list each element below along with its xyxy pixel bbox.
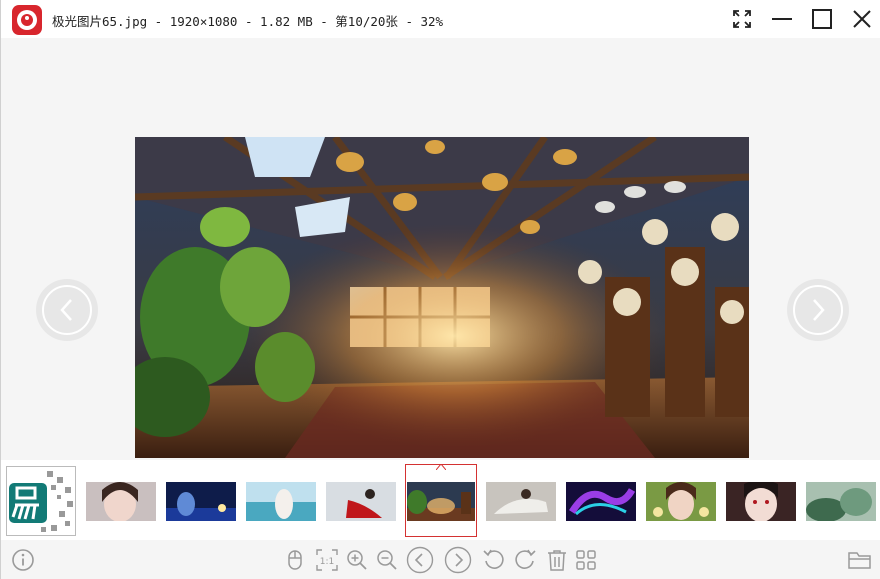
delete-button[interactable]	[543, 546, 571, 574]
next-circle-icon	[444, 546, 472, 574]
thumbnail-beach-girl[interactable]	[246, 482, 316, 521]
zoom-out-icon	[377, 550, 397, 570]
actual-size-icon: 1:1	[316, 549, 338, 571]
close-icon	[853, 10, 871, 28]
previous-button[interactable]	[406, 546, 434, 574]
thumbnail-anime-night[interactable]	[166, 482, 236, 521]
chevron-right-icon	[813, 299, 825, 321]
minimize-button[interactable]	[767, 4, 797, 34]
minimize-icon	[772, 18, 792, 20]
maximize-button[interactable]	[807, 4, 837, 34]
thumbnail-neon-dragon[interactable]	[566, 482, 636, 521]
rotate-right-icon	[515, 549, 536, 569]
open-folder-button[interactable]	[846, 546, 874, 574]
actual-size-label: 1:1	[320, 557, 334, 567]
thumbnail-green-forest[interactable]	[806, 482, 876, 521]
maximize-icon	[812, 9, 832, 29]
trash-icon	[548, 550, 566, 571]
thumbnail-red-eye-girl[interactable]	[726, 482, 796, 521]
previous-image-arrow[interactable]	[36, 279, 98, 341]
thumbnail-girl-portrait[interactable]	[86, 482, 156, 521]
info-icon	[12, 549, 34, 571]
current-image	[135, 137, 749, 458]
thumbnail-image	[726, 482, 796, 521]
grid-icon	[576, 550, 596, 570]
thumbnail-snow-red-dress[interactable]	[326, 482, 396, 521]
window-title: 极光图片65.jpg - 1920×1080 - 1.82 MB - 第10/2…	[52, 14, 444, 29]
thumbnail-image	[246, 482, 316, 521]
fullscreen-button[interactable]	[727, 4, 757, 34]
zoom-in-button[interactable]	[343, 546, 371, 574]
actual-size-button[interactable]: 1:1	[313, 546, 341, 574]
thumbnail-image	[166, 482, 236, 521]
info-button[interactable]	[9, 546, 37, 574]
thumbnail-image	[486, 482, 556, 521]
thumbnail-strip	[1, 460, 880, 540]
thumbnail-image	[806, 482, 876, 521]
mouse-icon	[288, 550, 302, 570]
thumbnail-image	[646, 482, 716, 521]
next-button[interactable]	[444, 546, 472, 574]
grid-view-button[interactable]	[572, 546, 600, 574]
rotate-right-button[interactable]	[511, 546, 539, 574]
thumbnail-image	[326, 482, 396, 521]
fullscreen-icon	[733, 10, 751, 28]
mouse-mode-button[interactable]	[281, 546, 309, 574]
easy-logo-icon	[7, 467, 75, 535]
close-button[interactable]	[847, 4, 877, 34]
title-bar: 极光图片65.jpg - 1920×1080 - 1.82 MB - 第10/2…	[1, 0, 880, 38]
next-image-arrow[interactable]	[787, 279, 849, 341]
bottom-toolbar: 1:1	[1, 540, 880, 579]
zoom-in-icon	[347, 550, 367, 570]
previous-circle-icon	[406, 546, 434, 574]
thumbnail-attic-current[interactable]	[405, 464, 477, 537]
thumbnail-flower-girl[interactable]	[646, 482, 716, 521]
thumbnail-easy-logo[interactable]	[6, 466, 76, 536]
app-logo-icon	[12, 5, 42, 35]
thumbnail-image	[86, 482, 156, 521]
chevron-left-icon	[60, 299, 72, 321]
thumbnail-reading-room[interactable]	[486, 482, 556, 521]
thumbnail-image	[566, 482, 636, 521]
folder-icon	[848, 552, 871, 569]
rotate-left-button[interactable]	[480, 546, 508, 574]
selection-notch-icon	[436, 465, 446, 470]
image-view-area[interactable]	[1, 38, 880, 460]
attic-scene-image	[135, 137, 749, 458]
thumbnail-image	[407, 482, 475, 521]
zoom-out-button[interactable]	[373, 546, 401, 574]
image-viewer-window: 极光图片65.jpg - 1920×1080 - 1.82 MB - 第10/2…	[0, 0, 880, 579]
rotate-left-icon	[483, 549, 504, 569]
